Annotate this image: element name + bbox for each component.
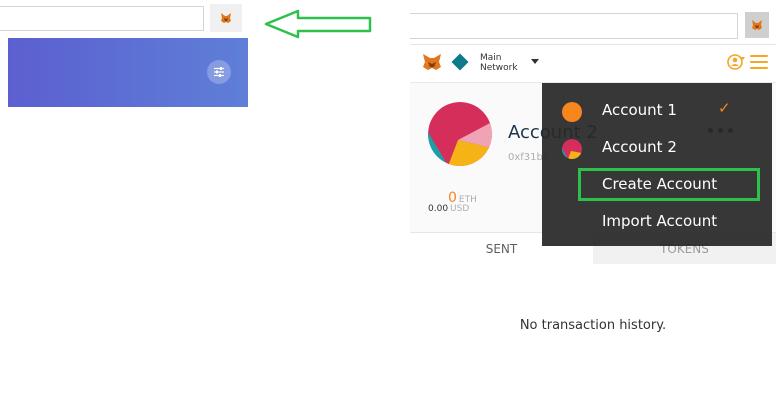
account-dropdown-menu: Account 1 ✓ Account 2 Create Account Imp…	[542, 83, 772, 246]
arrow-left-icon	[264, 9, 372, 39]
hamburger-icon[interactable]	[750, 55, 768, 69]
empty-history-message: No transaction history.	[519, 318, 667, 333]
balance-usd-unit: USD	[450, 204, 470, 214]
network-label-line1: Main	[480, 53, 502, 63]
menu-item-account-2[interactable]: Account 2	[602, 138, 677, 156]
metamask-fox-icon	[423, 54, 441, 70]
sliders-icon	[214, 67, 224, 77]
account-2-identicon	[562, 139, 582, 159]
menu-item-account-1[interactable]: Account 1	[602, 101, 677, 119]
left-url-bar[interactable]	[0, 6, 204, 31]
check-icon: ✓	[718, 99, 731, 117]
account-1-identicon	[562, 102, 582, 122]
network-label-line2: Network	[480, 63, 518, 73]
popup-header: Main Network	[410, 45, 776, 83]
balance-usd: 0.00 USD	[428, 204, 469, 214]
network-selector[interactable]: Main Network	[480, 53, 518, 73]
right-metamask-extension-button[interactable]	[745, 12, 769, 38]
account-identicon[interactable]	[428, 102, 492, 166]
left-settings-button[interactable]	[207, 60, 231, 84]
balance-usd-value: 0.00	[428, 204, 449, 214]
chevron-down-icon[interactable]	[531, 59, 539, 64]
diamond-icon[interactable]	[451, 53, 469, 71]
menu-item-import-account[interactable]: Import Account	[602, 212, 717, 230]
right-url-bar[interactable]	[410, 13, 738, 39]
left-metamask-extension-button[interactable]	[210, 4, 242, 32]
account-switch-icon[interactable]	[726, 53, 746, 71]
metamask-fox-icon	[752, 20, 762, 30]
create-account-highlight	[578, 168, 760, 201]
metamask-fox-icon	[221, 13, 231, 23]
